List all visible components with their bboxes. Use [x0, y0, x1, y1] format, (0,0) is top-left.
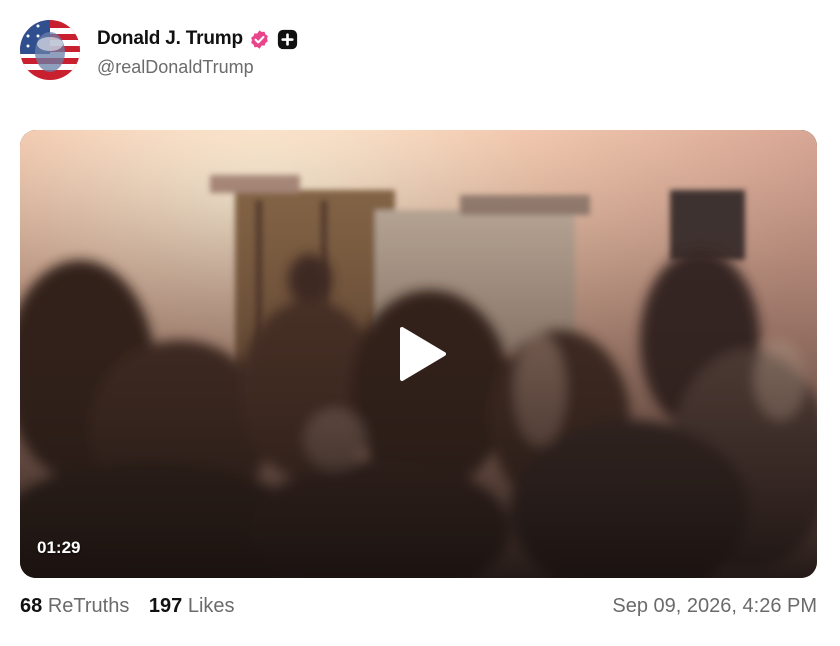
video-duration: 01:29	[37, 538, 81, 557]
play-button[interactable]	[398, 326, 448, 382]
avatar-flag-image	[20, 20, 80, 80]
likes-stat[interactable]: 197 Likes	[149, 595, 235, 618]
post-timestamp[interactable]: Sep 09, 2026, 4:26 PM	[612, 595, 817, 618]
video-player[interactable]: 01:29	[20, 130, 817, 578]
avatar[interactable]	[20, 20, 80, 80]
likes-count: 197	[148, 595, 183, 617]
play-icon	[400, 327, 446, 381]
plus-badge-icon	[277, 29, 298, 50]
post-footer: 68 ReTruths 197 Likes Sep 09, 2026, 4:26…	[20, 595, 817, 621]
likes-label: Likes	[187, 595, 235, 617]
retruths-stat[interactable]: 68 ReTruths	[20, 595, 129, 618]
display-name[interactable]: Donald J. Trump	[97, 28, 243, 50]
retruths-count: 68	[20, 595, 43, 617]
verified-badge-icon	[249, 29, 270, 50]
post-author: Donald J. Trump @realDonaldTrump	[97, 26, 298, 78]
retruths-label: ReTruths	[47, 595, 130, 617]
user-handle[interactable]: @realDonaldTrump	[97, 57, 298, 78]
